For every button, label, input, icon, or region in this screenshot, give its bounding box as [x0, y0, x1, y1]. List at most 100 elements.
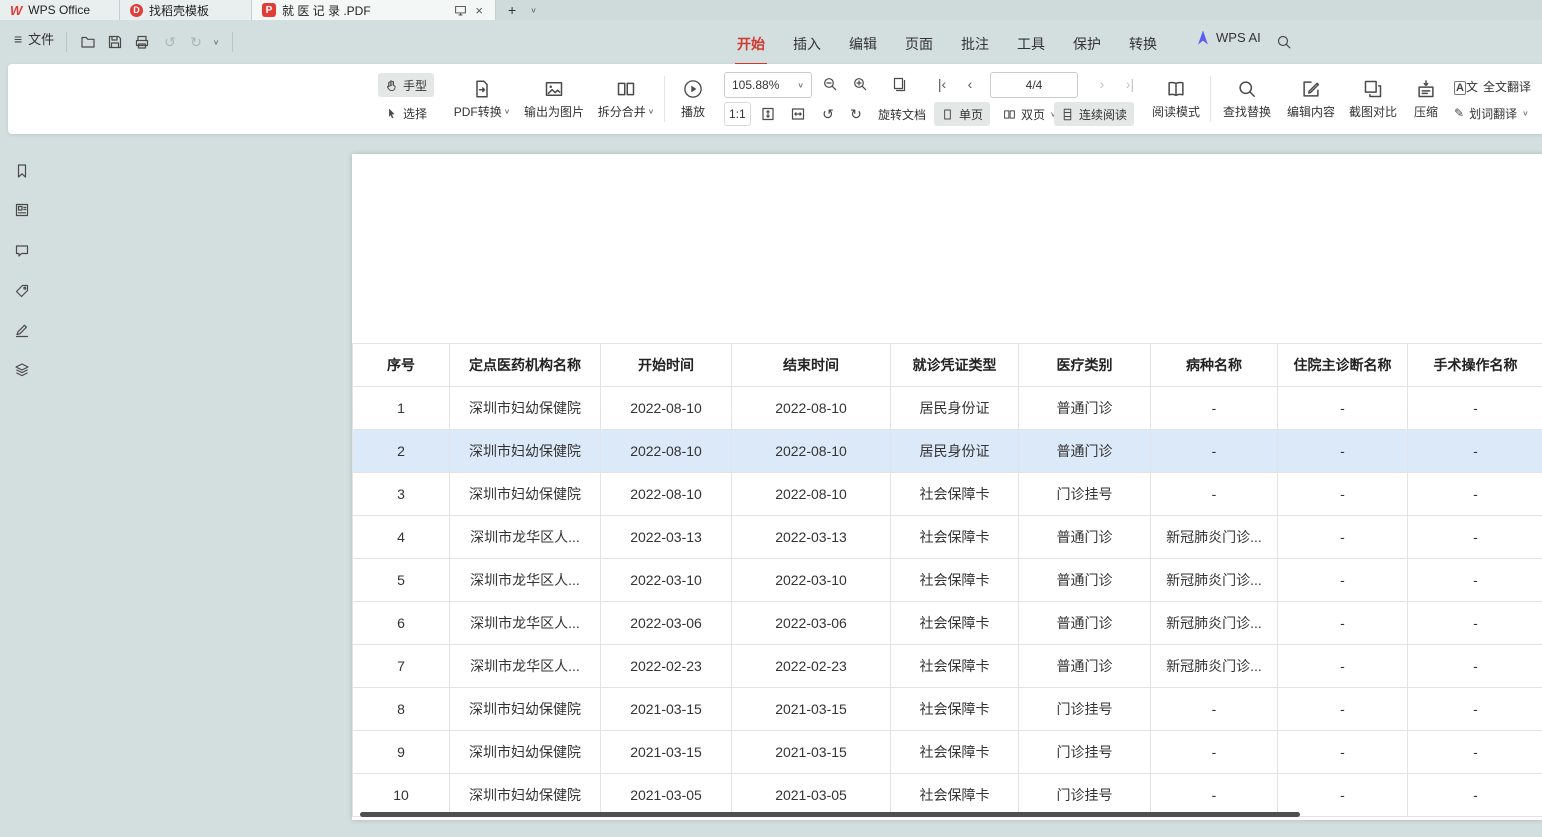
table-row[interactable]: 1 深圳市妇幼保健院 2022-08-10 2022-08-10 居民身份证 普… [353, 387, 1542, 430]
wps-logo-icon: W [10, 3, 22, 18]
undo-history-chevron-icon[interactable]: ∨ [208, 30, 224, 54]
new-tab-button[interactable]: + [508, 2, 516, 18]
screenshot-compare-button[interactable]: 截图对比 [1342, 70, 1404, 128]
edit-icon [1301, 79, 1321, 99]
ribbon-tab[interactable]: 插入 [787, 28, 827, 60]
tab-wps-office[interactable]: W WPS Office [0, 0, 120, 20]
rotate-right-icon: ↻ [850, 107, 862, 121]
zoom-out-button[interactable] [818, 72, 842, 96]
undo-button[interactable]: ↺ [158, 30, 182, 54]
play-button[interactable]: 播放 [670, 70, 716, 128]
pdf-convert-icon [472, 79, 492, 99]
ribbon-tab[interactable]: 转换 [1123, 28, 1163, 60]
select-tool-button[interactable]: 选择 [378, 101, 434, 125]
zoom-value: 105.88% [732, 78, 779, 92]
ribbon-tab[interactable]: 页面 [899, 28, 939, 60]
open-file-button[interactable] [76, 30, 100, 54]
full-translate-button[interactable]: A文 全文翻译 [1454, 75, 1531, 97]
comments-panel-button[interactable] [12, 241, 32, 261]
split-merge-button[interactable]: 拆分合并∨ [592, 70, 660, 128]
compress-button[interactable]: 压缩 [1404, 70, 1448, 128]
pen-translate-icon: ✎ [1454, 107, 1464, 119]
ribbon-tab[interactable]: 工具 [1011, 28, 1051, 60]
fit-page-button[interactable] [888, 72, 912, 96]
tab-docer-templates[interactable]: D 找稻壳模板 [120, 0, 252, 20]
column-header: 住院主诊断名称 [1278, 344, 1408, 387]
print-button[interactable] [130, 30, 154, 54]
ribbon-tab[interactable]: 开始 [731, 28, 771, 60]
menu-search-button[interactable] [1272, 30, 1296, 54]
left-sidebar [0, 134, 44, 837]
continuous-read-icon [1061, 108, 1074, 121]
redo-button[interactable]: ↻ [184, 30, 208, 54]
next-page-icon: › [1100, 76, 1105, 92]
single-page-button[interactable]: 单页 [934, 102, 990, 126]
word-translate-button[interactable]: ✎ 划词翻译 ∨ [1454, 102, 1529, 124]
save-button[interactable] [103, 30, 127, 54]
annotations-panel-button[interactable] [12, 281, 32, 301]
table-row[interactable]: 10 深圳市妇幼保健院 2021-03-05 2021-03-05 社会保障卡 … [353, 774, 1542, 817]
last-page-button[interactable]: ›| [1118, 72, 1142, 96]
fit-width-icon [790, 106, 806, 122]
edit-content-button[interactable]: 编辑内容 [1280, 70, 1342, 128]
column-header: 定点医药机构名称 [450, 344, 601, 387]
medical-records-table: 序号定点医药机构名称开始时间结束时间就诊凭证类型医疗类别病种名称住院主诊断名称手… [352, 343, 1542, 817]
prev-page-button[interactable]: ‹ [958, 72, 982, 96]
first-page-icon: |‹ [938, 76, 946, 92]
horizontal-scrollbar[interactable] [360, 812, 1300, 817]
ribbon-tab[interactable]: 编辑 [843, 28, 883, 60]
actual-size-button[interactable]: 1:1 [724, 102, 751, 126]
table-row[interactable]: 5 深圳市龙华区人... 2022-03-10 2022-03-10 社会保障卡… [353, 559, 1542, 602]
undo-icon: ↺ [164, 35, 176, 49]
single-page-icon [941, 108, 954, 121]
fit-height-button[interactable] [756, 102, 780, 126]
last-page-icon: ›| [1126, 76, 1134, 92]
table-row[interactable]: 3 深圳市妇幼保健院 2022-08-10 2022-08-10 社会保障卡 门… [353, 473, 1542, 516]
file-menu-button[interactable]: ≡ 文件 [14, 29, 54, 48]
rotate-left-button[interactable]: ↺ [816, 102, 840, 126]
monitor-icon[interactable] [454, 4, 467, 17]
file-menu-label: 文件 [28, 29, 54, 48]
wps-ai-button[interactable]: WPS AI [1196, 30, 1261, 45]
first-page-button[interactable]: |‹ [930, 72, 954, 96]
close-tab-icon[interactable]: × [473, 3, 485, 18]
prev-page-icon: ‹ [968, 76, 973, 92]
ribbon-tab[interactable]: 保护 [1067, 28, 1107, 60]
compare-icon [1363, 79, 1383, 99]
thumbnails-panel-button[interactable] [12, 200, 32, 220]
pen-icon [14, 322, 30, 338]
signature-panel-button[interactable] [12, 320, 32, 340]
hand-icon [385, 79, 398, 92]
read-mode-button[interactable]: 阅读模式 [1146, 70, 1206, 128]
table-row[interactable]: 6 深圳市龙华区人... 2022-03-06 2022-03-06 社会保障卡… [353, 602, 1542, 645]
table-row[interactable]: 4 深圳市龙华区人... 2022-03-13 2022-03-13 社会保障卡… [353, 516, 1542, 559]
tab-medical-record-pdf[interactable]: P 就 医 记 录 .PDF × [252, 0, 496, 20]
thumbnail-icon [14, 202, 30, 218]
find-replace-button[interactable]: 查找替换 [1216, 70, 1278, 128]
continuous-read-button[interactable]: 连续阅读 [1054, 102, 1134, 126]
column-header: 手术操作名称 [1408, 344, 1542, 387]
table-row[interactable]: 8 深圳市妇幼保健院 2021-03-15 2021-03-15 社会保障卡 门… [353, 688, 1542, 731]
rotate-doc-button[interactable]: 旋转文档 [874, 102, 930, 126]
tab-list-chevron-icon[interactable]: ∨ [530, 6, 537, 15]
column-header: 就诊凭证类型 [891, 344, 1019, 387]
rotate-right-button[interactable]: ↻ [844, 102, 868, 126]
window-tab-bar: W WPS Office D 找稻壳模板 P 就 医 记 录 .PDF × + … [0, 0, 1542, 20]
export-image-button[interactable]: 输出为图片 [518, 70, 590, 128]
table-row[interactable]: 9 深圳市妇幼保健院 2021-03-15 2021-03-15 社会保障卡 门… [353, 731, 1542, 774]
fit-width-button[interactable] [786, 102, 810, 126]
ribbon-tab[interactable]: 批注 [955, 28, 995, 60]
zoom-select[interactable]: 105.88% ∨ [724, 72, 812, 98]
hand-tool-button[interactable]: 手型 [378, 73, 434, 97]
double-page-icon [1003, 108, 1016, 121]
pdf-convert-button[interactable]: PDF转换∨ [448, 70, 516, 128]
table-row[interactable]: 2 深圳市妇幼保健院 2022-08-10 2022-08-10 居民身份证 普… [353, 430, 1542, 473]
page-number-input[interactable]: 4/4 [990, 72, 1078, 98]
next-page-button[interactable]: › [1090, 72, 1114, 96]
layers-panel-button[interactable] [12, 360, 32, 380]
bookmarks-panel-button[interactable] [12, 161, 32, 181]
zoom-in-button[interactable] [848, 72, 872, 96]
fit-page-icon [892, 76, 908, 92]
column-header: 序号 [353, 344, 450, 387]
table-row[interactable]: 7 深圳市龙华区人... 2022-02-23 2022-02-23 社会保障卡… [353, 645, 1542, 688]
